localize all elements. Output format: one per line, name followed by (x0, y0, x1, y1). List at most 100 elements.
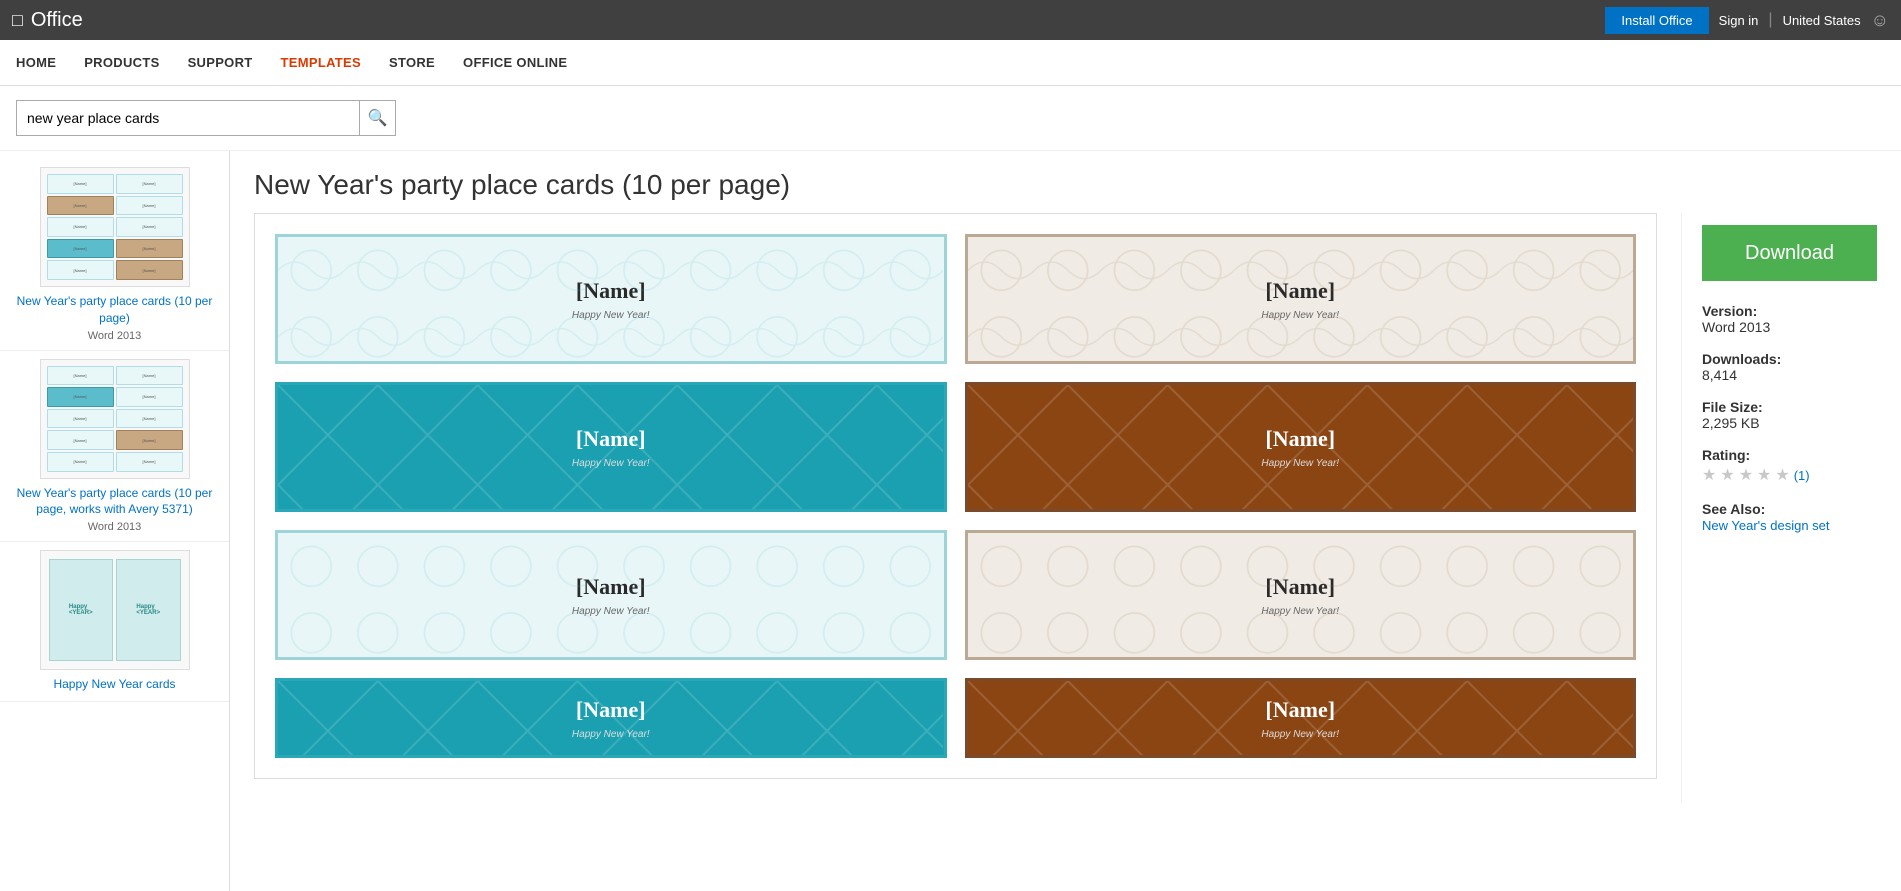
see-also-label: See Also: (1702, 501, 1881, 517)
downloads-row: Downloads: 8,414 (1702, 351, 1881, 383)
sidebar-item-1[interactable]: [Name] [Name] [Name] [Name] [Name] [Name… (0, 159, 229, 351)
nav-support[interactable]: SUPPORT (188, 55, 253, 70)
install-office-button[interactable]: Install Office (1605, 7, 1708, 34)
thumb-cell: [Name] (116, 430, 183, 450)
place-card-6: [Name] Happy New Year! (965, 530, 1637, 660)
thumb-cell: [Name] (116, 174, 183, 194)
thumb-cell: [Name] (116, 387, 183, 407)
place-card-name-8: [Name] (1265, 697, 1335, 723)
sidebar-thumb-3: Happy<YEAR> Happy<YEAR> (40, 550, 190, 670)
place-card-name-2: [Name] (1265, 278, 1335, 304)
place-card-name-5: [Name] (576, 574, 646, 600)
sidebar-word-version-1: Word 2013 (16, 330, 213, 342)
nav-store[interactable]: STORE (389, 55, 435, 70)
sidebar-item-2[interactable]: [Name] [Name] [Name] [Name] [Name] [Name… (0, 351, 229, 543)
place-card-5: [Name] Happy New Year! (275, 530, 947, 660)
place-card-subtitle-7: Happy New Year! (572, 729, 650, 740)
place-card-subtitle-8: Happy New Year! (1261, 729, 1339, 740)
thumb-happy-cell: Happy<YEAR> (49, 559, 114, 661)
place-card-name-6: [Name] (1265, 574, 1335, 600)
sidebar-thumb-2: [Name] [Name] [Name] [Name] [Name] [Name… (40, 359, 190, 479)
place-card-name-3: [Name] (576, 426, 646, 452)
version-label: Version: (1702, 303, 1881, 319)
downloads-value: 8,414 (1702, 367, 1881, 383)
sidebar-link-3[interactable]: Happy New Year cards (16, 676, 213, 693)
version-row: Version: Word 2013 (1702, 303, 1881, 335)
preview-panel: [Name] Happy New Year! (230, 213, 1681, 803)
top-bar-left: □ Office (12, 9, 83, 32)
thumb-cell: [Name] (116, 196, 183, 216)
rating-count[interactable]: (1) (1794, 468, 1810, 483)
thumb-cell: [Name] (47, 196, 114, 216)
top-bar-right: Install Office Sign in | United States ☺ (1605, 7, 1889, 34)
see-also-row: See Also: New Year's design set (1702, 501, 1881, 533)
filesize-row: File Size: 2,295 KB (1702, 399, 1881, 431)
place-card-name-4: [Name] (1265, 426, 1335, 452)
star-5[interactable]: ★ (1775, 465, 1789, 485)
place-card-subtitle-2: Happy New Year! (1261, 310, 1339, 321)
sidebar-word-version-2: Word 2013 (16, 521, 213, 533)
version-value: Word 2013 (1702, 319, 1881, 335)
rating-stars: ★ ★ ★ ★ ★ (1) (1702, 465, 1881, 485)
thumb-cell: [Name] (47, 409, 114, 429)
content-header: New Year's party place cards (10 per pag… (230, 151, 1901, 213)
place-card-name-7: [Name] (576, 697, 646, 723)
place-card-2: [Name] Happy New Year! (965, 234, 1637, 364)
rating-label: Rating: (1702, 447, 1881, 463)
thumb-cell: [Name] (47, 239, 114, 259)
nav-office-online[interactable]: OFFICE ONLINE (463, 55, 567, 70)
downloads-label: Downloads: (1702, 351, 1881, 367)
preview-border: [Name] Happy New Year! (254, 213, 1657, 779)
thumb-cell: [Name] (116, 260, 183, 280)
sidebar-link-1[interactable]: New Year's party place cards (10 per pag… (16, 293, 213, 327)
search-button[interactable]: 🔍 (359, 101, 395, 135)
thumb-cell: [Name] (47, 260, 114, 280)
star-2[interactable]: ★ (1720, 465, 1734, 485)
thumb-happy-cell: Happy<YEAR> (116, 559, 181, 661)
thumb-cell: [Name] (116, 239, 183, 259)
place-card-subtitle-3: Happy New Year! (572, 458, 650, 469)
thumb-cell: [Name] (47, 430, 114, 450)
thumb-cell: [Name] (116, 366, 183, 386)
page-title: New Year's party place cards (10 per pag… (254, 169, 1877, 201)
search-input[interactable] (17, 101, 359, 135)
search-container: 🔍 (16, 100, 396, 136)
thumb-cell: [Name] (116, 452, 183, 472)
place-card-subtitle-6: Happy New Year! (1261, 606, 1339, 617)
thumb-cell: [Name] (47, 452, 114, 472)
thumb-cell: [Name] (116, 217, 183, 237)
rating-row: Rating: ★ ★ ★ ★ ★ (1) (1702, 447, 1881, 485)
office-title: Office (31, 9, 83, 32)
main-layout: [Name] [Name] [Name] [Name] [Name] [Name… (0, 151, 1901, 891)
content-body: [Name] Happy New Year! (230, 213, 1901, 803)
filesize-value: 2,295 KB (1702, 415, 1881, 431)
place-card-1: [Name] Happy New Year! (275, 234, 947, 364)
thumb-cell: [Name] (47, 217, 114, 237)
star-4[interactable]: ★ (1757, 465, 1771, 485)
smiley-icon: ☺ (1871, 10, 1889, 31)
place-card-4: [Name] Happy New Year! (965, 382, 1637, 512)
nav-products[interactable]: PRODUCTS (84, 55, 159, 70)
sidebar: [Name] [Name] [Name] [Name] [Name] [Name… (0, 151, 230, 891)
star-3[interactable]: ★ (1739, 465, 1753, 485)
place-card-name-1: [Name] (576, 278, 646, 304)
nav-bar: HOME PRODUCTS SUPPORT TEMPLATES STORE OF… (0, 40, 1901, 86)
sidebar-item-3[interactable]: Happy<YEAR> Happy<YEAR> Happy New Year c… (0, 542, 229, 702)
thumb-cell: [Name] (47, 366, 114, 386)
nav-home[interactable]: HOME (16, 55, 56, 70)
place-card-subtitle-5: Happy New Year! (572, 606, 650, 617)
thumb-cell: [Name] (47, 174, 114, 194)
star-1[interactable]: ★ (1702, 465, 1716, 485)
download-button[interactable]: Download (1702, 225, 1877, 281)
sign-in-link[interactable]: Sign in (1719, 13, 1759, 28)
see-also-link[interactable]: New Year's design set (1702, 518, 1830, 533)
filesize-label: File Size: (1702, 399, 1881, 415)
office-logo-icon: □ (12, 10, 23, 31)
sidebar-link-2[interactable]: New Year's party place cards (10 per pag… (16, 485, 213, 519)
right-panel: Download Version: Word 2013 Downloads: 8… (1681, 213, 1901, 803)
place-card-7: [Name] Happy New Year! (275, 678, 947, 758)
thumb-cell: [Name] (47, 387, 114, 407)
place-card-8: [Name] Happy New Year! (965, 678, 1637, 758)
divider: | (1768, 11, 1772, 29)
nav-templates[interactable]: TEMPLATES (281, 55, 361, 70)
